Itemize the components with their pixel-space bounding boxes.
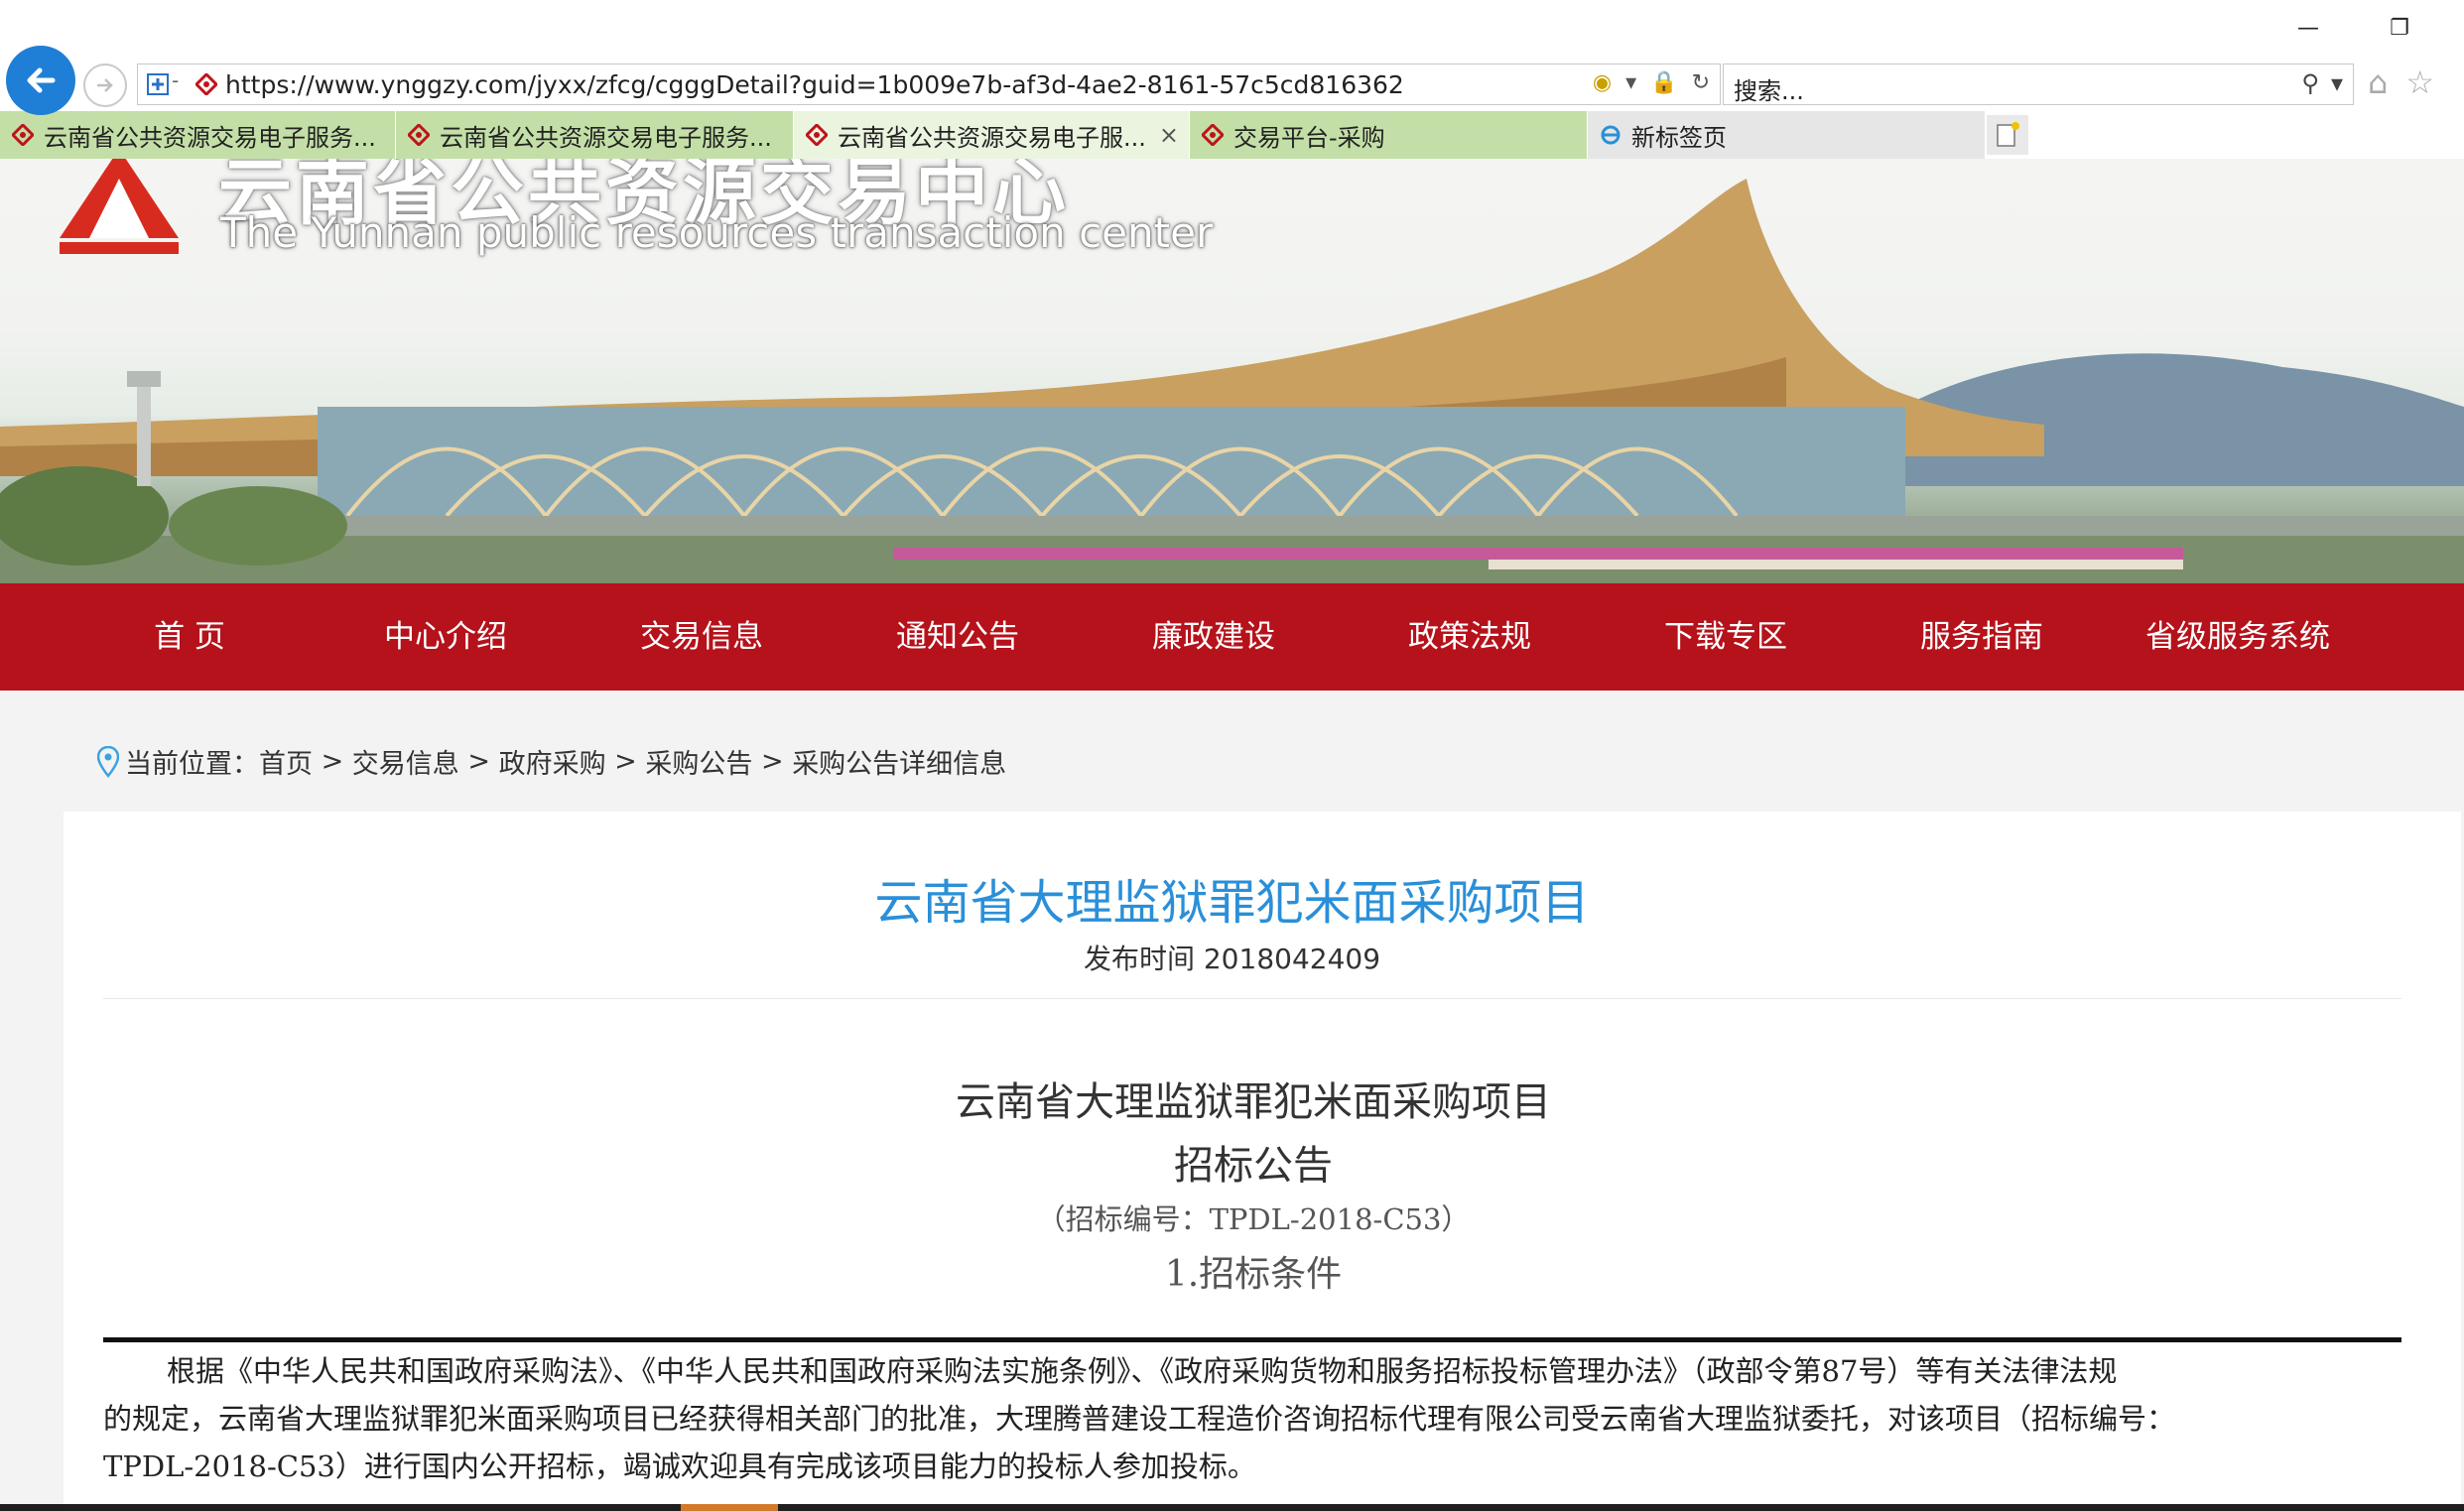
breadcrumb: 当前位置： 首页 > 交易信息 > 政府采购 > 采购公告 > 采购公告详细信息	[97, 742, 1006, 781]
refresh-icon[interactable]: ↻	[1692, 70, 1710, 95]
search-icon[interactable]: ⚲	[2301, 69, 2319, 97]
body-paragraph: 根据《中华人民共和国政府采购法》、《中华人民共和国政府采购法实施条例》、《政府采…	[103, 1347, 2401, 1490]
nav-item-trade-info[interactable]: 交易信息	[574, 583, 830, 691]
breadcrumb-prefix: 当前位置：	[125, 749, 259, 780]
site-banner: 云南省公共资源交易中心 The Yunnan public resources …	[0, 159, 2464, 583]
nav-item-provincial-system[interactable]: 省级服务系统	[2110, 583, 2366, 691]
home-icon[interactable]: ⌂	[2368, 63, 2388, 101]
bottom-edge	[0, 1504, 2464, 1511]
forward-button[interactable]	[83, 63, 127, 107]
browser-tab-active[interactable]: 云南省公共资源交易电子服... ×	[794, 111, 1190, 159]
bottom-edge-accent	[681, 1504, 778, 1511]
search-box[interactable]: 搜索... ⚲ ▾	[1723, 63, 2354, 105]
favorites-star-icon[interactable]: ☆	[2405, 63, 2434, 101]
tab-label: 云南省公共资源交易电子服务...	[440, 123, 772, 152]
browser-tab[interactable]: 新标签页	[1588, 111, 1986, 159]
site-favicon	[195, 73, 217, 95]
paragraph-line: 根据《中华人民共和国政府采购法》、《中华人民共和国政府采购法实施条例》、《政府采…	[167, 1354, 2118, 1388]
browser-tab[interactable]: 交易平台-采购	[1190, 111, 1588, 159]
breadcrumb-separator: >	[313, 746, 352, 777]
new-tab-icon	[1997, 122, 2019, 147]
site-favicon	[806, 124, 828, 146]
paragraph-line: TPDL-2018-C53）进行国内公开招标，竭诚欢迎具有完成该项目能力的投标人…	[103, 1449, 1256, 1483]
site-logo	[60, 159, 179, 254]
lock-icon[interactable]: 🔒	[1650, 70, 1677, 95]
tab-label: 云南省公共资源交易电子服...	[838, 123, 1146, 152]
banner-english-title: The Yunnan public resources transaction …	[220, 208, 1214, 257]
site-favicon	[1202, 124, 1224, 146]
site-favicon	[408, 124, 430, 146]
nav-item-about[interactable]: 中心介绍	[318, 583, 574, 691]
address-bar[interactable]: - https://www.ynggzy.com/jyxx/zfcg/cgggD…	[137, 63, 1721, 105]
dropdown-icon[interactable]: ▾	[1625, 70, 1636, 95]
browser-tab[interactable]: 云南省公共资源交易电子服务...	[396, 111, 794, 159]
minimize-button[interactable]: —	[2288, 10, 2328, 46]
url-text[interactable]: https://www.ynggzy.com/jyxx/zfcg/cgggDet…	[225, 70, 1404, 99]
tab-label: 新标签页	[1631, 123, 1727, 152]
breadcrumb-procurement-notice[interactable]: 采购公告	[645, 742, 752, 781]
divider	[103, 998, 2401, 999]
breadcrumb-separator: >	[458, 746, 499, 777]
tab-bar: 云南省公共资源交易电子服务... 云南省公共资源交易电子服务... 云南省公共资…	[0, 111, 2464, 159]
breadcrumb-separator: >	[605, 746, 646, 777]
back-arrow-icon	[27, 67, 56, 93]
back-button[interactable]	[6, 46, 75, 115]
page-title: 云南省大理监狱罪犯米面采购项目	[874, 875, 1590, 931]
document-subtitle: 招标公告	[1174, 1143, 1333, 1189]
compat-dropdown-icon[interactable]: -	[172, 68, 179, 92]
url-actions: ◉ ▾ 🔒 ↻	[1593, 70, 1710, 95]
nav-item-integrity[interactable]: 廉政建设	[1086, 583, 1342, 691]
nav-item-service-guide[interactable]: 服务指南	[1854, 583, 2110, 691]
compat-view-icon[interactable]	[146, 72, 170, 96]
addon-icon[interactable]: ◉	[1593, 70, 1612, 95]
restore-button[interactable]: ❐	[2380, 10, 2419, 46]
breadcrumb-current: 采购公告详细信息	[792, 749, 1007, 780]
breadcrumb-separator: >	[752, 746, 793, 777]
search-input[interactable]: 搜索...	[1734, 71, 1804, 106]
new-tab-button[interactable]	[1987, 115, 2028, 155]
search-actions: ⚲ ▾	[2301, 69, 2343, 97]
close-tab-icon[interactable]: ×	[1159, 121, 1179, 149]
nav-item-home[interactable]: 首 页	[62, 583, 318, 691]
tender-number: （招标编号：TPDL-2018-C53）	[1036, 1202, 1471, 1236]
section-rule	[103, 1337, 2401, 1342]
browser-tab[interactable]: 云南省公共资源交易电子服务...	[0, 111, 396, 159]
window-titlebar: — ❐	[0, 0, 2464, 56]
toolbar-icons: ⌂ ☆	[2368, 63, 2434, 101]
site-favicon	[12, 124, 34, 146]
main-nav: 首 页 中心介绍 交易信息 通知公告 廉政建设 政策法规 下载专区 服务指南 省…	[0, 583, 2464, 691]
nav-item-notices[interactable]: 通知公告	[830, 583, 1086, 691]
publish-time: 发布时间 2018042409	[1083, 943, 1381, 975]
breadcrumb-gov-procurement[interactable]: 政府采购	[499, 742, 606, 781]
search-dropdown-icon[interactable]: ▾	[2331, 69, 2343, 97]
location-pin-icon	[97, 745, 119, 778]
nav-item-downloads[interactable]: 下载专区	[1598, 583, 1854, 691]
document-title: 云南省大理监狱罪犯米面采购项目	[956, 1079, 1551, 1125]
forward-arrow-icon	[97, 78, 113, 92]
breadcrumb-trade-info[interactable]: 交易信息	[352, 742, 459, 781]
paragraph-line: 的规定，云南省大理监狱罪犯米面采购项目已经获得相关部门的批准，大理腾普建设工程造…	[103, 1402, 2176, 1436]
tab-label: 云南省公共资源交易电子服务...	[44, 123, 376, 152]
breadcrumb-home[interactable]: 首页	[259, 742, 313, 781]
ie-icon	[1601, 125, 1621, 145]
section-heading: 1.招标条件	[1164, 1254, 1343, 1295]
tab-label: 交易平台-采购	[1233, 123, 1385, 152]
nav-item-policy[interactable]: 政策法规	[1342, 583, 1598, 691]
